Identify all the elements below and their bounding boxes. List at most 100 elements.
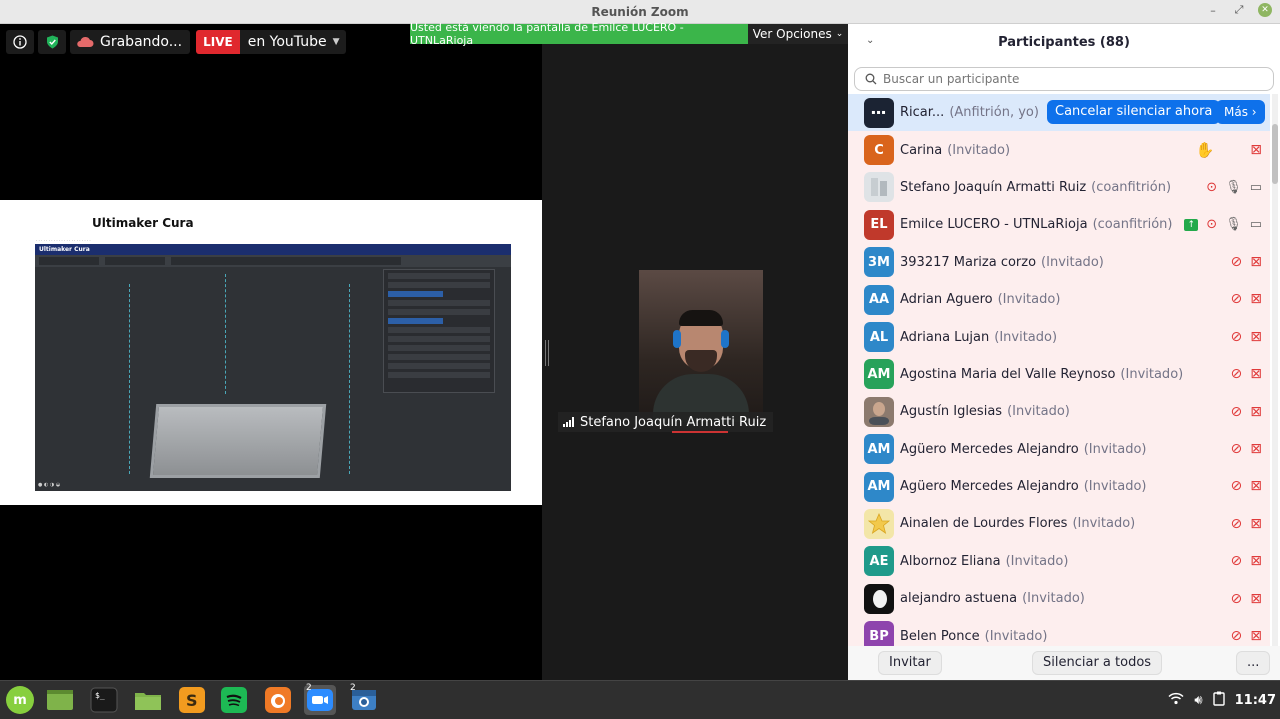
participant-list-scrollbar[interactable] xyxy=(1272,94,1278,646)
video-off-icon: ⊠ xyxy=(1250,441,1262,458)
signal-icon xyxy=(563,417,574,427)
clipboard-icon[interactable] xyxy=(1212,691,1225,710)
video-off-icon: ⊠ xyxy=(1250,141,1262,158)
participant-name: 393217 Mariza corzo xyxy=(900,254,1037,270)
shared-slide-title: Ultimaker Cura xyxy=(92,216,194,230)
participant-name: Adrian Aguero xyxy=(900,292,993,308)
video-off-icon: ⊠ xyxy=(1250,627,1262,644)
participant-row[interactable]: AE Albornoz Eliana (Invitado) ⊘ ⊠ xyxy=(848,542,1270,581)
close-icon[interactable]: ✕ xyxy=(1258,3,1272,17)
search-input[interactable] xyxy=(883,72,1273,86)
participant-row[interactable]: AM Agostina Maria del Valle Reynoso (Inv… xyxy=(848,355,1270,394)
window-controls: – ⤢ ✕ xyxy=(1206,3,1272,17)
taskbar: m $_ S 2 2 🔊︎ 11:47 xyxy=(0,680,1280,719)
mic-muted-icon: ⊘ xyxy=(1230,478,1243,495)
microphone-icon: 🎙 xyxy=(1225,179,1242,195)
participant-role: (Invitado) xyxy=(994,329,1058,345)
avatar: ▪▪▪ xyxy=(864,97,894,128)
participant-role: (Invitado) xyxy=(1083,441,1147,457)
spotify-button[interactable] xyxy=(218,685,250,715)
mic-muted-icon: ⊘ xyxy=(1230,366,1243,383)
participant-row[interactable]: AM Agüero Mercedes Alejandro (Invitado) … xyxy=(848,467,1270,506)
mic-muted-icon: ⊘ xyxy=(1230,590,1243,607)
maximize-icon[interactable]: ⤢ xyxy=(1232,3,1246,17)
participant-row[interactable]: Stefano Joaquín Armatti Ruiz (coanfitrió… xyxy=(848,168,1270,207)
svg-text:S: S xyxy=(186,691,198,710)
cura-screenshot: Ultimaker Cura ● ◐ ◑ ◒ xyxy=(35,244,511,491)
recording-indicator[interactable]: Grabando... xyxy=(70,30,191,54)
participant-name: Emilce LUCERO - UTNLaRioja xyxy=(900,217,1088,233)
participant-row[interactable]: AL Adriana Lujan (Invitado) ⊘ ⊠ xyxy=(848,318,1270,356)
participant-role: (coanfitrión) xyxy=(1091,179,1172,195)
participant-row[interactable]: AM Agüero Mercedes Alejandro (Invitado) … xyxy=(848,430,1270,468)
participant-row[interactable]: BP Belen Ponce (Invitado) ⊘ ⊠ xyxy=(848,617,1270,646)
meeting-info-button[interactable] xyxy=(6,30,34,54)
info-icon xyxy=(13,35,27,49)
participant-name: Agüero Mercedes Alejandro xyxy=(900,479,1079,495)
microphone-icon: 🎙 xyxy=(1225,217,1242,233)
cura-header: Ultimaker Cura xyxy=(35,244,511,255)
participant-row[interactable]: 3M 393217 Mariza corzo (Invitado) ⊘ ⊠ xyxy=(848,243,1270,281)
shared-screen: Ultimaker Cura · · · · · · · · · · · · ·… xyxy=(0,200,542,505)
participant-row[interactable]: Ainalen de Lourdes Flores (Invitado) ⊘ ⊠ xyxy=(848,505,1270,543)
desktop-icon xyxy=(47,690,73,710)
shared-slide-caption: · · · · · · · · · · · · · · · · · · · · … xyxy=(36,238,91,243)
video-camera-icon: ▭ xyxy=(1249,179,1262,195)
chevron-down-icon: ▼ xyxy=(332,37,340,47)
avatar: AL xyxy=(864,322,894,353)
split-handle[interactable] xyxy=(545,340,549,366)
participant-row[interactable]: alejandro astuena (Invitado) ⊘ ⊠ xyxy=(848,580,1270,618)
participant-name: Agüero Mercedes Alejandro xyxy=(900,441,1079,457)
video-off-icon: ⊠ xyxy=(1250,291,1262,308)
participant-role: (Invitado) xyxy=(1120,366,1184,382)
encryption-button[interactable] xyxy=(38,30,66,54)
show-desktop-button[interactable] xyxy=(44,685,76,715)
participant-row[interactable]: C Carina (Invitado) ✋ ⊠ xyxy=(848,131,1270,169)
participant-role: (Invitado) xyxy=(1007,404,1070,420)
mic-muted-icon: ⊘ xyxy=(1230,328,1243,345)
screenshot-button[interactable]: 2 xyxy=(348,683,380,715)
zoom-button[interactable]: 2 xyxy=(304,683,336,715)
viewing-screen-banner: Usted está viendo la pantalla de Emilce … xyxy=(410,21,748,47)
live-stream-dropdown[interactable]: LIVE en YouTube ▼ xyxy=(196,30,346,54)
mic-muted-icon: ⊘ xyxy=(1230,441,1243,458)
record-icon: ⊙ xyxy=(1206,179,1218,195)
video-off-icon: ⊠ xyxy=(1250,515,1262,532)
firefox-button[interactable] xyxy=(262,685,294,715)
wifi-icon[interactable] xyxy=(1168,692,1184,709)
more-options-button[interactable]: ... xyxy=(1236,651,1271,675)
mint-logo-icon: m xyxy=(6,686,34,714)
invite-button[interactable]: Invitar xyxy=(878,651,942,675)
speaking-indicator xyxy=(672,431,728,433)
mute-all-button[interactable]: Silenciar a todos xyxy=(1032,651,1163,675)
participants-footer: Invitar Silenciar a todos ... xyxy=(848,646,1280,680)
cancel-mute-now-button[interactable]: Cancelar silenciar ahora xyxy=(1047,100,1221,124)
participant-name: Belen Ponce xyxy=(900,628,980,644)
minimize-icon[interactable]: – xyxy=(1206,4,1220,17)
volume-icon[interactable]: 🔊︎ xyxy=(1194,693,1202,708)
participant-row-host[interactable]: ▪▪▪ Ricar... (Anfitrión, yo) Cancelar si… xyxy=(848,94,1270,132)
video-participant-name: Stefano Joaquín Armatti Ruiz xyxy=(580,414,767,430)
participant-row[interactable]: EL Emilce LUCERO - UTNLaRioja (coanfitri… xyxy=(848,206,1270,244)
participant-role: (Invitado) xyxy=(947,142,1011,158)
avatar: AA xyxy=(864,284,894,315)
avatar: 3M xyxy=(864,247,894,278)
participant-row[interactable]: Agustín Iglesias (Invitado) ⊘ ⊠ xyxy=(848,393,1270,431)
scrollbar-thumb[interactable] xyxy=(1272,124,1278,184)
participant-search[interactable] xyxy=(854,67,1274,91)
more-button[interactable]: Más › xyxy=(1216,100,1265,124)
view-options-button[interactable]: Ver Opciones ⌄ xyxy=(748,24,848,44)
menu-button[interactable]: m xyxy=(4,685,36,715)
search-icon xyxy=(865,73,877,85)
avatar xyxy=(864,396,894,427)
participants-panel: ⌄ Participantes (88) ▪▪▪ Ricar... (Anfit… xyxy=(848,24,1280,680)
participant-row[interactable]: AA Adrian Aguero (Invitado) ⊘ ⊠ xyxy=(848,280,1270,319)
participants-header: ⌄ Participantes (88) xyxy=(848,24,1280,60)
files-button[interactable] xyxy=(132,685,164,715)
sublime-button[interactable]: S xyxy=(176,685,208,715)
participant-role: (Invitado) xyxy=(1022,591,1085,607)
clock[interactable]: 11:47 xyxy=(1235,693,1276,708)
terminal-button[interactable]: $_ xyxy=(88,685,120,715)
cura-logo: Ultimaker Cura xyxy=(39,246,90,253)
chevron-down-icon[interactable]: ⌄ xyxy=(866,35,874,46)
